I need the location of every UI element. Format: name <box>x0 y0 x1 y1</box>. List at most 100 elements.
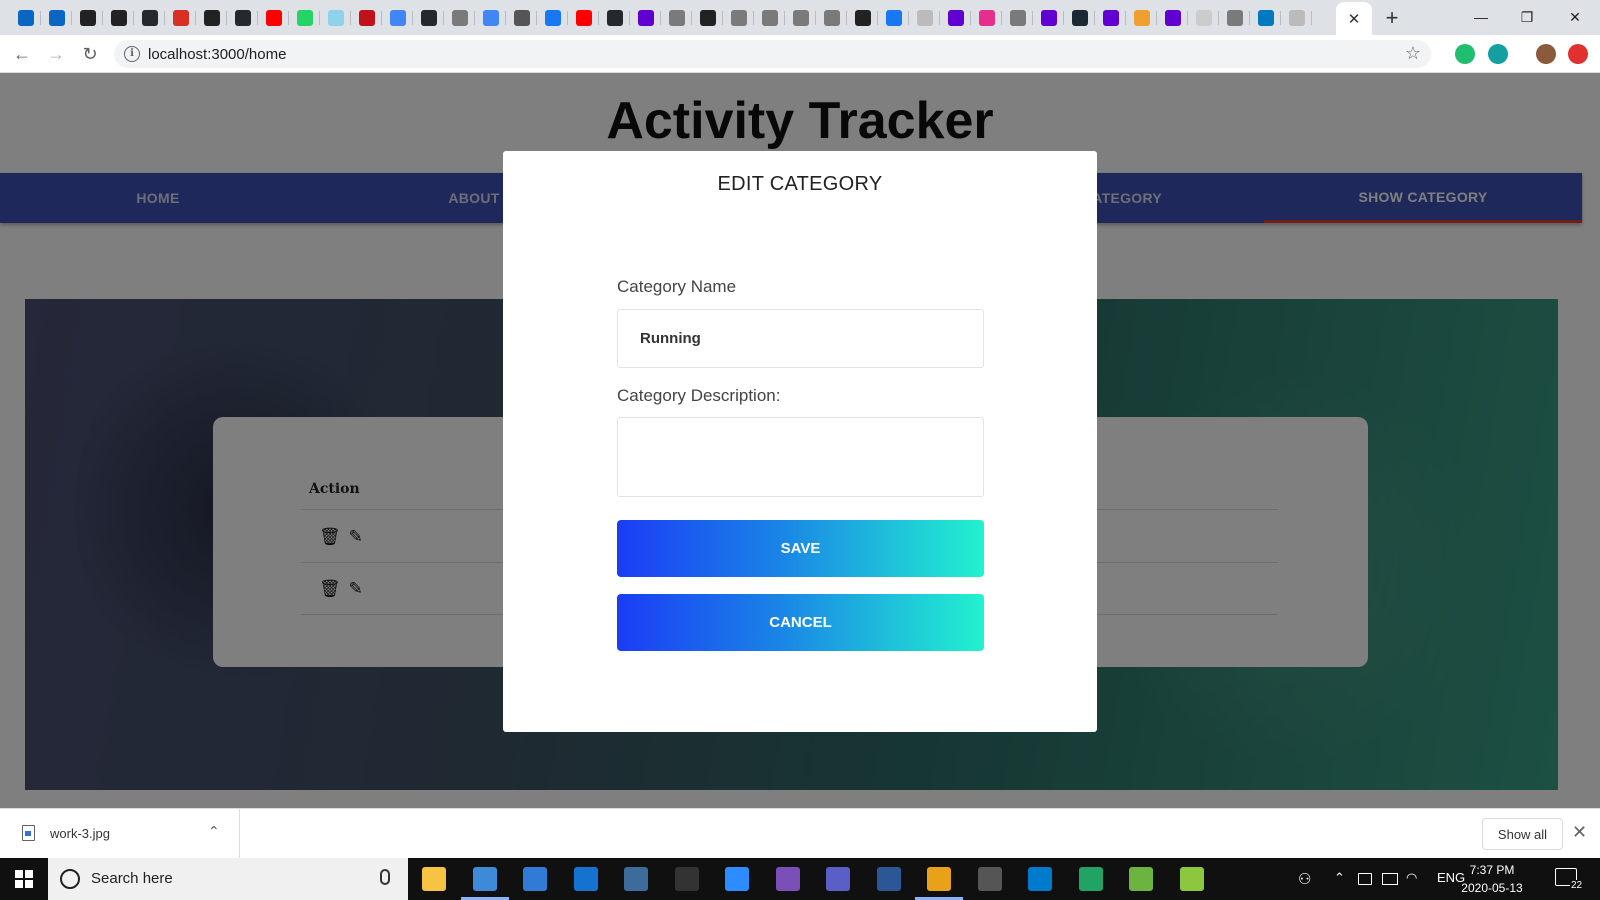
taskbar-app-icon[interactable] <box>422 867 446 891</box>
taskbar-app-icon[interactable] <box>978 867 1002 891</box>
taskbar-app-icon[interactable] <box>574 867 598 891</box>
browser-tab[interactable] <box>940 6 971 30</box>
maximize-button[interactable]: ❐ <box>1504 4 1550 30</box>
people-icon[interactable]: ⚇ <box>1298 870 1311 888</box>
taskbar-app-icon[interactable] <box>776 867 800 891</box>
taskbar-app-icon[interactable] <box>826 867 850 891</box>
taskbar-search[interactable]: Search here <box>48 858 408 900</box>
network-icon[interactable] <box>1382 873 1398 885</box>
browser-tab[interactable] <box>692 6 723 30</box>
minimize-button[interactable]: — <box>1458 4 1504 30</box>
tab-favicon-icon <box>978 10 995 26</box>
extension-icon[interactable] <box>1455 44 1475 64</box>
browser-tab[interactable] <box>909 6 940 30</box>
browser-tab[interactable] <box>103 6 134 30</box>
taskbar-app-icon[interactable] <box>523 867 547 891</box>
browser-tab[interactable] <box>289 6 320 30</box>
browser-tab[interactable] <box>10 6 41 30</box>
download-file-name[interactable]: work-3.jpg <box>50 826 110 841</box>
browser-tab[interactable] <box>971 6 1002 30</box>
browser-tab[interactable] <box>568 6 599 30</box>
modal-title: EDIT CATEGORY <box>717 173 883 195</box>
cancel-button[interactable]: CANCEL <box>617 594 984 651</box>
browser-tab[interactable] <box>630 6 661 30</box>
start-button[interactable] <box>0 858 48 900</box>
browser-tab[interactable] <box>1002 6 1033 30</box>
browser-tab[interactable] <box>1064 6 1095 30</box>
new-tab-button[interactable]: + <box>1380 5 1404 30</box>
microphone-icon[interactable] <box>380 869 390 885</box>
tab-favicon-icon <box>1195 10 1212 26</box>
browser-tab[interactable] <box>816 6 847 30</box>
taskbar-app-icon[interactable] <box>624 867 648 891</box>
download-item[interactable]: work-3.jpg ⌃ <box>0 809 240 859</box>
browser-tab[interactable] <box>227 6 258 30</box>
browser-tab[interactable] <box>754 6 785 30</box>
tab-favicon-icon <box>885 10 902 26</box>
category-name-input[interactable]: Running <box>617 309 984 368</box>
browser-tab[interactable] <box>723 6 754 30</box>
browser-tab[interactable] <box>1250 6 1281 30</box>
browser-tab[interactable] <box>1033 6 1064 30</box>
save-button[interactable]: SAVE <box>617 520 984 577</box>
chevron-up-icon[interactable]: ⌃ <box>1334 870 1345 886</box>
browser-tab[interactable] <box>134 6 165 30</box>
back-arrow-icon[interactable]: ← <box>10 42 34 66</box>
extension-icon[interactable] <box>1488 44 1508 64</box>
extension-icon[interactable] <box>1568 44 1588 64</box>
browser-tab[interactable] <box>878 6 909 30</box>
browser-tab[interactable] <box>1126 6 1157 30</box>
browser-tab[interactable] <box>1157 6 1188 30</box>
edit-category-modal: EDIT CATEGORY Category Name Running Cate… <box>503 151 1097 732</box>
tab-favicon-icon <box>358 10 375 26</box>
browser-tab[interactable] <box>599 6 630 30</box>
taskbar-app-icon[interactable] <box>1180 867 1204 891</box>
browser-tab[interactable] <box>847 6 878 30</box>
profile-avatar-icon[interactable] <box>1536 44 1556 64</box>
browser-tab[interactable] <box>320 6 351 30</box>
reload-icon[interactable]: ↻ <box>78 42 102 66</box>
browser-tab[interactable] <box>785 6 816 30</box>
browser-tab[interactable] <box>72 6 103 30</box>
browser-tab[interactable] <box>506 6 537 30</box>
bookmark-star-icon[interactable]: ☆ <box>1405 43 1421 64</box>
tab-close-icon[interactable]: ✕ <box>1348 10 1361 28</box>
browser-tab[interactable] <box>475 6 506 30</box>
browser-tab[interactable] <box>661 6 692 30</box>
browser-tab[interactable] <box>1281 6 1312 30</box>
browser-tab[interactable] <box>41 6 72 30</box>
browser-tab[interactable] <box>382 6 413 30</box>
window-close-button[interactable]: ✕ <box>1552 4 1598 30</box>
taskbar-app-icon[interactable] <box>473 867 497 891</box>
taskbar-app-icon[interactable] <box>1028 867 1052 891</box>
browser-tab[interactable] <box>1095 6 1126 30</box>
address-bar[interactable]: i localhost:3000/home ☆ <box>114 40 1431 68</box>
browser-tab[interactable] <box>351 6 382 30</box>
wifi-icon[interactable]: ◠ <box>1406 870 1417 886</box>
close-icon[interactable]: ✕ <box>1572 822 1587 843</box>
url-text[interactable]: localhost:3000/home <box>148 46 286 63</box>
show-all-button[interactable]: Show all <box>1482 818 1563 850</box>
browser-tab[interactable] <box>537 6 568 30</box>
browser-tab[interactable] <box>258 6 289 30</box>
taskbar-app-icon[interactable] <box>1079 867 1103 891</box>
taskbar-app-icon[interactable] <box>877 867 901 891</box>
browser-tab[interactable] <box>1188 6 1219 30</box>
taskbar-app-icon[interactable] <box>927 867 951 891</box>
taskbar-app-icon[interactable] <box>675 867 699 891</box>
taskbar-app-icon[interactable] <box>1129 867 1153 891</box>
battery-icon[interactable] <box>1358 873 1372 885</box>
forward-arrow-icon[interactable]: → <box>44 42 68 66</box>
tab-favicon-icon <box>110 10 127 26</box>
category-description-textarea[interactable] <box>617 417 984 497</box>
taskbar-app-icon[interactable] <box>725 867 749 891</box>
browser-tab[interactable] <box>196 6 227 30</box>
site-info-icon[interactable]: i <box>124 46 140 62</box>
active-tab[interactable]: ✕ <box>1336 2 1372 35</box>
browser-tab[interactable] <box>444 6 475 30</box>
browser-tab[interactable] <box>165 6 196 30</box>
browser-tab[interactable] <box>413 6 444 30</box>
browser-tab[interactable] <box>1219 6 1250 30</box>
chevron-up-icon[interactable]: ⌃ <box>208 823 220 840</box>
system-clock[interactable]: 7:37 PM 2020-05-13 <box>1452 861 1532 897</box>
